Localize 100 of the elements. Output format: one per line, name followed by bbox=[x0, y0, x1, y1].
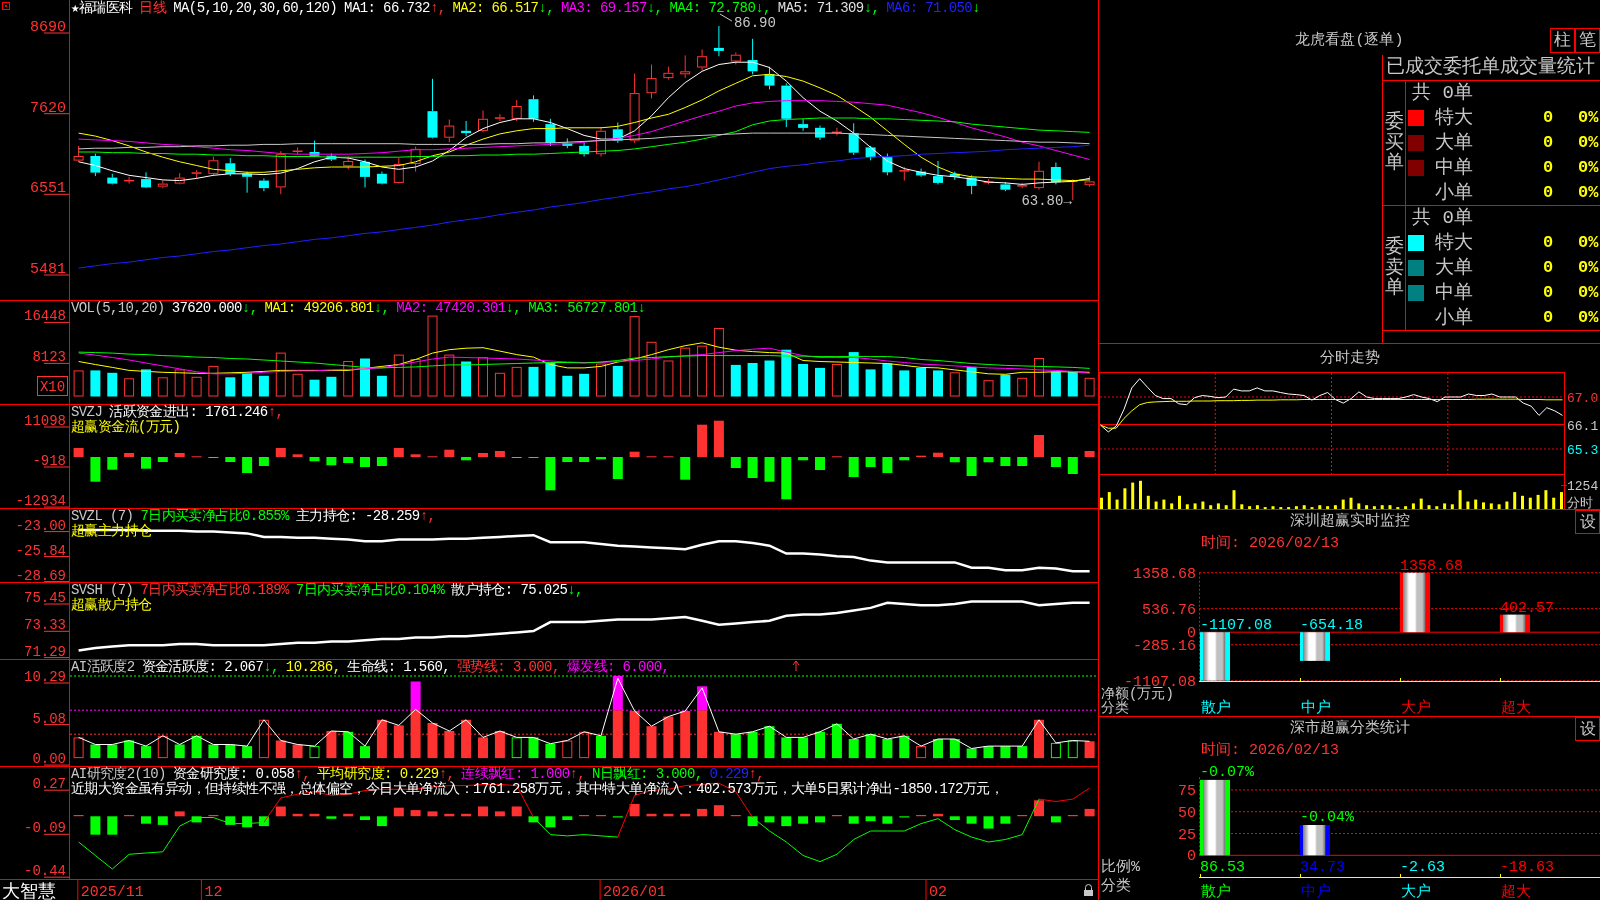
legend-label: 7日内买卖净占比0.104% bbox=[295, 583, 445, 598]
axis-label: 71.29 bbox=[24, 643, 66, 659]
order-percent: 0% bbox=[1578, 156, 1600, 179]
axis-label: 1254 bbox=[1567, 479, 1599, 495]
axis-label: 50 bbox=[1178, 804, 1196, 822]
axis-label: 67.0 bbox=[1567, 391, 1599, 406]
panel-title: 分时走势 bbox=[1319, 350, 1380, 367]
timestamp: 时间: 2026/02/13 bbox=[1201, 535, 1340, 552]
axis-label: -28.69 bbox=[15, 567, 66, 582]
change-label: -0.04% bbox=[1300, 809, 1354, 826]
legend-label: MA3: 69.157↓, bbox=[560, 1, 663, 16]
legend-label: 散户持仓: 75.025↓, bbox=[451, 583, 583, 598]
panel-title: 龙虎看盘(逐单) bbox=[1295, 30, 1404, 51]
row-label: 中单 bbox=[1435, 156, 1474, 179]
axis-label: 11098 bbox=[24, 413, 66, 429]
legend-label: VOL(5,10,20) bbox=[71, 301, 165, 316]
legend-label: SVZJ bbox=[71, 405, 103, 420]
axis-label: -23.00 bbox=[15, 517, 66, 534]
axis-label: 0.27 bbox=[32, 776, 66, 793]
value-label: 34.73 bbox=[1300, 859, 1345, 876]
price-label: 86.90 bbox=[733, 15, 776, 31]
axis-title: 分类 bbox=[1101, 878, 1131, 895]
change-label: -0.07% bbox=[1200, 763, 1254, 781]
axis-label: 6551 bbox=[30, 180, 66, 198]
axis-label: 536.76 bbox=[1142, 601, 1196, 619]
axis-label: 75 bbox=[1178, 782, 1196, 800]
price-label: 63.80→ bbox=[1021, 193, 1072, 210]
axis-label: 0.00 bbox=[32, 751, 66, 766]
row-label: 小单 bbox=[1435, 181, 1474, 204]
legend-label: 超赢资金流(万元) bbox=[71, 420, 181, 435]
legend-label: MA5: 71.309↓, bbox=[777, 1, 880, 16]
unit-label: X10 bbox=[37, 376, 68, 396]
group-label: 委买单 bbox=[1384, 111, 1404, 175]
order-count: 0 bbox=[1543, 106, 1555, 129]
value-label: 402.57 bbox=[1500, 599, 1554, 617]
axis-label: 66.1 bbox=[1567, 418, 1599, 434]
axis-label: -12934 bbox=[15, 493, 66, 508]
value-label: 86.53 bbox=[1200, 859, 1245, 876]
axis-label: -0.44 bbox=[24, 863, 66, 880]
axis-label: -0.09 bbox=[24, 820, 66, 837]
legend-label: MA1: 49206.801↓, bbox=[264, 301, 390, 316]
legend-label: ★福瑞医科 bbox=[71, 1, 133, 16]
axis-label: 65.3 bbox=[1567, 443, 1599, 458]
legend-label: MA4: 72.780↓, bbox=[669, 1, 771, 16]
row-label: 小单 bbox=[1435, 306, 1474, 329]
category-label: 散户 bbox=[1201, 884, 1231, 900]
timestamp: 时间: 2026/02/13 bbox=[1201, 742, 1340, 759]
category-label: 散户 bbox=[1201, 700, 1231, 715]
date-label: 12 bbox=[204, 884, 223, 900]
value-label: -1107.08 bbox=[1200, 617, 1272, 635]
order-percent: 0% bbox=[1578, 281, 1600, 304]
legend-label: 生命线: 1.560, bbox=[347, 660, 451, 675]
legend-label: SVSH (7) bbox=[71, 583, 134, 598]
legend-label: 10.286, bbox=[285, 660, 341, 675]
legend-label: 资金研究度: 0.058↑, bbox=[172, 767, 311, 782]
order-count: 0 bbox=[1543, 281, 1555, 304]
legend-label: 连续飘红: 1.000↑, bbox=[461, 767, 586, 782]
row-label: 中单 bbox=[1435, 281, 1474, 304]
legend-label: MA2: 47420.301↓, bbox=[396, 301, 522, 316]
legend-label: AI活跃度2 bbox=[71, 660, 135, 675]
legend-label: 7日内买卖净占比0.855% bbox=[140, 509, 289, 524]
legend-label: 日线 bbox=[139, 1, 167, 16]
group-label: 委卖单 bbox=[1384, 236, 1404, 300]
order-count: 0 bbox=[1543, 256, 1555, 279]
axis-label: 25 bbox=[1178, 826, 1196, 844]
legend-label: 37620.000↓, bbox=[171, 301, 258, 316]
legend-label: MA6: 71.050↓ bbox=[886, 1, 980, 16]
axis-title: 分时 bbox=[1567, 496, 1593, 509]
order-total: 共 0单 bbox=[1411, 81, 1474, 105]
legend-label: MA3: 56727.801↓ bbox=[528, 301, 646, 316]
order-count: 0 bbox=[1543, 181, 1555, 204]
panel-title: 深市超赢分类统计 bbox=[1289, 718, 1410, 739]
legend-label: MA1: 66.732↑, bbox=[344, 1, 446, 16]
value-label: -18.63 bbox=[1500, 859, 1554, 876]
axis-label: 8690 bbox=[30, 19, 66, 36]
value-label: -654.18 bbox=[1300, 617, 1363, 635]
axis-label: 7620 bbox=[30, 99, 66, 117]
axis-label: 1358.68 bbox=[1133, 565, 1196, 583]
value-label: 1358.68 bbox=[1400, 557, 1463, 575]
legend-label: 强势线: 3.000, bbox=[457, 660, 560, 675]
category-label: 中户 bbox=[1301, 700, 1331, 715]
order-percent: 0% bbox=[1578, 231, 1600, 254]
order-percent: 0% bbox=[1578, 306, 1600, 329]
date-label: 2026/01 bbox=[603, 884, 667, 900]
axis-label: -25.84 bbox=[15, 542, 66, 559]
legend-label: 超赢散户持仓 bbox=[71, 598, 152, 613]
order-count: 0 bbox=[1543, 156, 1555, 179]
axis-label: 16448 bbox=[24, 308, 66, 325]
legend-label: 资金活跃度: 2.067↓, bbox=[141, 660, 279, 675]
axis-title: 比例% bbox=[1101, 859, 1140, 876]
order-percent: 0% bbox=[1578, 256, 1600, 279]
date-label: 2025/11 bbox=[80, 884, 144, 900]
legend-label: 7日内买卖净占比0.189% bbox=[140, 583, 289, 598]
category-label: 超大 bbox=[1501, 700, 1531, 715]
axis-label: 8123 bbox=[32, 349, 66, 366]
legend-label: MA2: 66.517↓, bbox=[452, 1, 554, 16]
legend-label: 平均研究度: 0.229↑, bbox=[317, 767, 455, 782]
order-percent: 0% bbox=[1578, 106, 1600, 129]
legend-label: 0.229↑, bbox=[709, 767, 765, 782]
table-title: 已成交委托单成交量统计 bbox=[1383, 55, 1600, 81]
